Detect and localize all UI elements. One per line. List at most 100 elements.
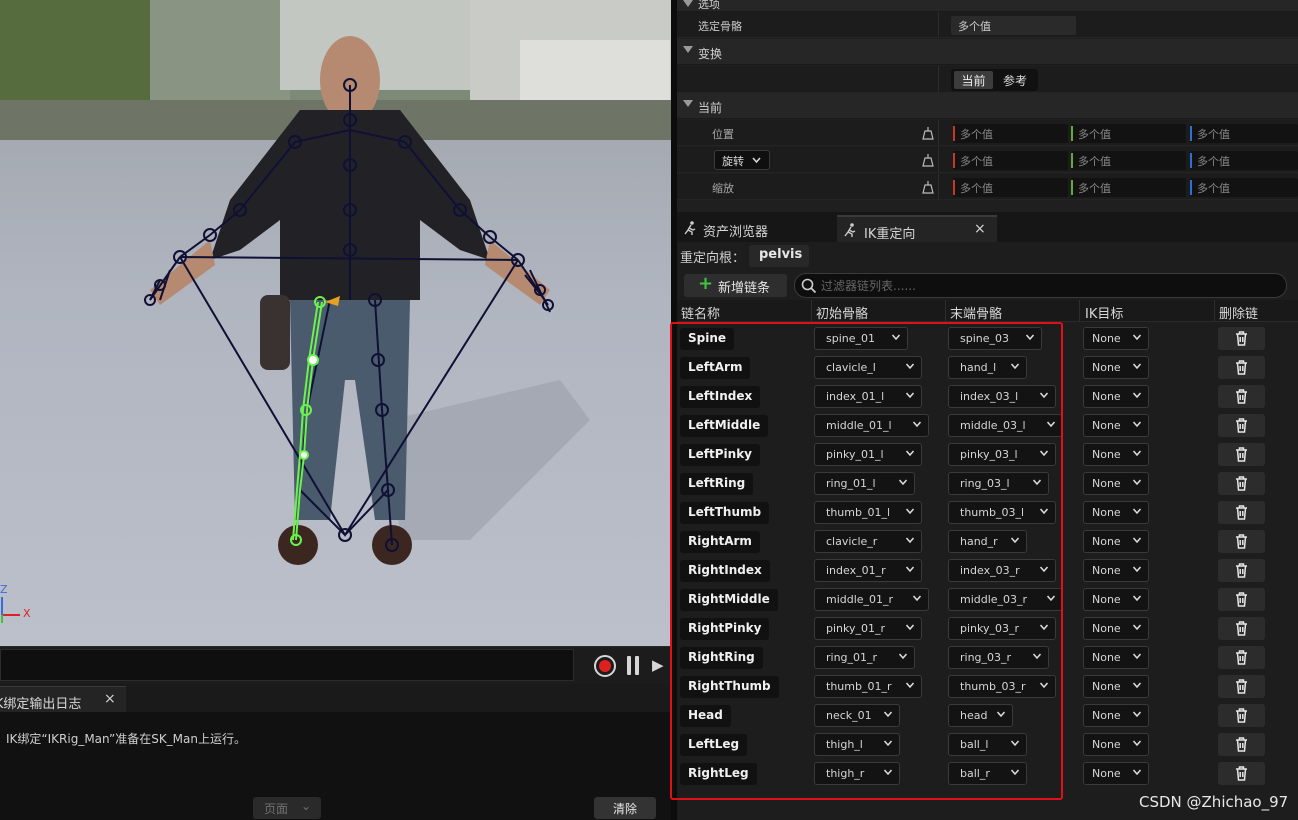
chain-name-field[interactable]: LeftThumb [680,502,770,524]
end-bone-dropdown[interactable]: middle_03_l [948,414,1063,437]
chain-name-field[interactable]: LeftRing [680,473,754,495]
start-bone-dropdown[interactable]: spine_01 [814,327,908,350]
selected-bone-value[interactable]: 多个值 [951,16,1076,35]
start-bone-dropdown[interactable]: middle_01_r [814,588,929,611]
timeline-track[interactable] [0,649,574,681]
retarget-root-value[interactable]: pelvis [749,245,809,267]
start-bone-dropdown[interactable]: clavicle_r [814,530,922,553]
chain-name-field[interactable]: RightLeg [680,763,757,785]
end-bone-dropdown[interactable]: thumb_03_l [948,501,1056,524]
column-divider[interactable] [1079,300,1080,322]
scale-x-field[interactable]: 多个值 [953,178,1068,197]
delete-chain-button[interactable] [1218,530,1265,553]
end-bone-dropdown[interactable]: middle_03_r [948,588,1063,611]
start-bone-dropdown[interactable]: ring_01_r [814,646,915,669]
delete-chain-button[interactable] [1218,472,1265,495]
chain-filter-input[interactable] [821,276,1261,295]
start-bone-dropdown[interactable]: index_01_r [814,559,922,582]
chain-name-field[interactable]: RightPinky [680,618,770,640]
location-z-field[interactable]: 多个值 [1190,124,1298,143]
delete-chain-button[interactable] [1218,704,1265,727]
start-bone-dropdown[interactable]: neck_01 [814,704,900,727]
delete-chain-button[interactable] [1218,385,1265,408]
ik-goal-dropdown[interactable]: None [1083,704,1149,727]
delete-chain-button[interactable] [1218,356,1265,379]
chain-name-field[interactable]: LeftMiddle [680,415,769,437]
current-space-button[interactable]: 当前 [954,71,993,89]
start-bone-dropdown[interactable]: ring_01_l [814,472,915,495]
end-bone-dropdown[interactable]: thumb_03_r [948,675,1056,698]
end-bone-dropdown[interactable]: ring_03_r [948,646,1049,669]
ik-goal-dropdown[interactable]: None [1083,675,1149,698]
delete-chain-button[interactable] [1218,327,1265,350]
rotation-z-field[interactable]: 多个值 [1190,151,1298,170]
scale-z-field[interactable]: 多个值 [1190,178,1298,197]
start-bone-dropdown[interactable]: thigh_l [814,733,900,756]
delete-chain-button[interactable] [1218,443,1265,466]
ik-goal-dropdown[interactable]: None [1083,385,1149,408]
ik-goal-dropdown[interactable]: None [1083,327,1149,350]
start-bone-dropdown[interactable]: pinky_01_l [814,443,922,466]
ik-goal-dropdown[interactable]: None [1083,414,1149,437]
ik-goal-dropdown[interactable]: None [1083,762,1149,785]
space-toggle[interactable]: 当前 参考 [951,69,1038,91]
start-bone-dropdown[interactable]: clavicle_l [814,356,922,379]
delete-chain-button[interactable] [1218,733,1265,756]
section-transform[interactable]: 变换 [677,39,1298,65]
section-options[interactable]: 选项 [677,0,1298,12]
animation-viewport[interactable]: Z X [0,0,671,646]
add-chain-button[interactable]: + 新增链条 [684,273,787,297]
rotation-x-field[interactable]: 多个值 [953,151,1068,170]
location-y-field[interactable]: 多个值 [1071,124,1186,143]
delete-chain-button[interactable] [1218,501,1265,524]
chain-name-field[interactable]: RightThumb [680,676,779,698]
tab-ik-retarget[interactable]: IK重定向 × [837,215,997,242]
end-bone-dropdown[interactable]: ball_l [948,733,1027,756]
end-bone-dropdown[interactable]: head [948,704,1013,727]
reset-icon[interactable] [922,180,934,194]
play-button[interactable]: ▶ [652,656,671,675]
chain-name-field[interactable]: RightArm [680,531,760,553]
end-bone-dropdown[interactable]: ball_r [948,762,1027,785]
ik-goal-dropdown[interactable]: None [1083,733,1149,756]
section-current[interactable]: 当前 [677,93,1298,119]
ik-goal-dropdown[interactable]: None [1083,530,1149,553]
chain-name-field[interactable]: LeftIndex [680,386,761,408]
reset-icon[interactable] [922,153,934,167]
start-bone-dropdown[interactable]: thumb_01_r [814,675,922,698]
end-bone-dropdown[interactable]: pinky_03_l [948,443,1056,466]
character-skeleton[interactable] [0,0,671,646]
close-icon[interactable]: × [974,221,986,237]
chain-name-field[interactable]: LeftArm [680,357,751,379]
end-bone-dropdown[interactable]: index_03_r [948,559,1056,582]
tab-asset-browser[interactable]: 资产浏览器 [677,215,835,242]
pause-button[interactable] [627,656,639,675]
chain-name-field[interactable]: LeftLeg [680,734,748,756]
chain-filter-search[interactable] [794,273,1287,298]
start-bone-dropdown[interactable]: thigh_r [814,762,900,785]
ik-goal-dropdown[interactable]: None [1083,588,1149,611]
ik-goal-dropdown[interactable]: None [1083,472,1149,495]
delete-chain-button[interactable] [1218,646,1265,669]
start-bone-dropdown[interactable]: pinky_01_r [814,617,922,640]
page-dropdown[interactable]: 页面 ⌄ [253,797,321,819]
ik-goal-dropdown[interactable]: None [1083,443,1149,466]
record-button[interactable] [594,655,616,677]
delete-chain-button[interactable] [1218,414,1265,437]
clear-button[interactable]: 清除 [594,797,656,819]
chain-name-field[interactable]: Spine [680,328,735,350]
delete-chain-button[interactable] [1218,675,1265,698]
start-bone-dropdown[interactable]: thumb_01_l [814,501,922,524]
tab-output-log[interactable]: IK绑定输出日志 × [0,686,126,712]
ik-goal-dropdown[interactable]: None [1083,501,1149,524]
close-icon[interactable]: × [104,691,116,707]
chain-name-field[interactable]: RightRing [680,647,763,669]
reference-space-button[interactable]: 参考 [996,71,1034,89]
column-divider[interactable] [1214,300,1215,322]
end-bone-dropdown[interactable]: pinky_03_r [948,617,1056,640]
column-divider[interactable] [811,300,812,322]
ik-goal-dropdown[interactable]: None [1083,356,1149,379]
end-bone-dropdown[interactable]: hand_l [948,356,1027,379]
delete-chain-button[interactable] [1218,588,1265,611]
end-bone-dropdown[interactable]: index_03_l [948,385,1056,408]
